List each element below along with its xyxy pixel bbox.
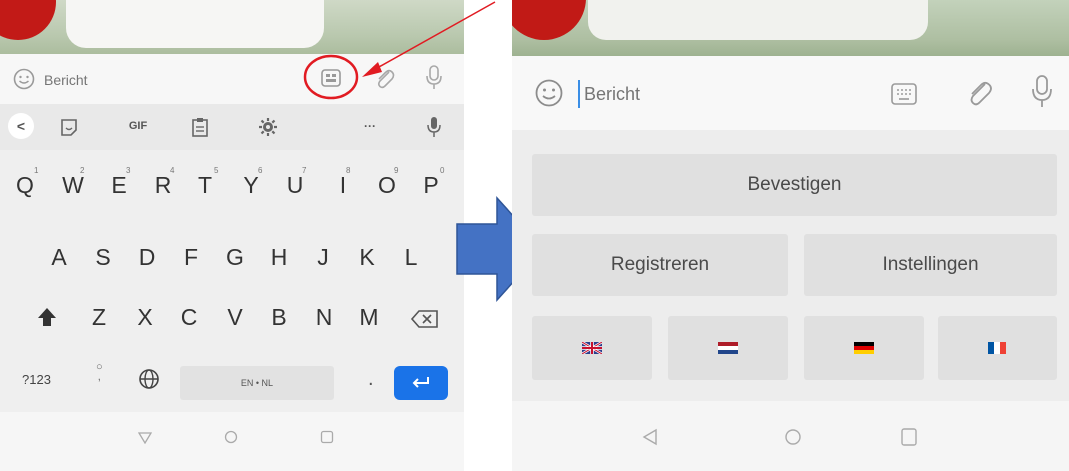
- key-z[interactable]: Z: [86, 304, 112, 331]
- key-h[interactable]: H: [266, 244, 292, 271]
- enter-key[interactable]: [394, 366, 448, 400]
- gif-button[interactable]: GIF: [120, 114, 156, 138]
- key-hint: 6: [258, 166, 263, 175]
- key-hint: 3: [126, 166, 131, 175]
- key-o[interactable]: O: [374, 172, 400, 199]
- key-hint: 8: [346, 166, 351, 175]
- nav-recents-icon[interactable]: [320, 430, 334, 444]
- enter-arrow-icon: [412, 377, 429, 388]
- key-s[interactable]: S: [90, 244, 116, 271]
- navigation-bar: [0, 412, 464, 471]
- fr-flag-icon: [988, 342, 1006, 354]
- key-d[interactable]: D: [134, 244, 160, 271]
- key-k[interactable]: K: [354, 244, 380, 271]
- comma-key-label: ,: [97, 371, 101, 383]
- keyboard-toolbar: < GIF ···: [0, 104, 464, 150]
- language-button-french[interactable]: [938, 316, 1057, 380]
- key-hint: 4: [170, 166, 175, 175]
- chat-bubble: [66, 0, 324, 48]
- key-j[interactable]: J: [310, 244, 336, 271]
- de-flag-icon: [854, 342, 874, 354]
- key-q[interactable]: Q: [12, 172, 38, 199]
- text-cursor: [578, 80, 580, 108]
- emoji-icon[interactable]: [12, 67, 36, 91]
- message-input[interactable]: [582, 78, 786, 110]
- key-hint: 2: [80, 166, 85, 175]
- clipboard-icon[interactable]: [190, 116, 210, 138]
- key-t[interactable]: T: [192, 172, 218, 199]
- language-button-dutch[interactable]: [668, 316, 788, 380]
- key-e[interactable]: E: [106, 172, 132, 199]
- sticker-icon[interactable]: [58, 117, 80, 137]
- bot-keyboard-panel: Bevestigen Registreren Instellingen: [512, 130, 1069, 401]
- key-u[interactable]: U: [282, 172, 308, 199]
- nl-flag-icon: [718, 342, 738, 354]
- symbols-key[interactable]: ?123: [22, 372, 51, 387]
- key-y[interactable]: Y: [238, 172, 264, 199]
- key-f[interactable]: F: [178, 244, 204, 271]
- navigation-bar: [512, 401, 1069, 471]
- chat-bubble: [588, 0, 928, 40]
- right-phone-screenshot: Bevestigen Registreren Instellingen: [512, 0, 1069, 471]
- nav-back-icon[interactable]: [642, 428, 658, 446]
- language-button-english[interactable]: [532, 316, 652, 380]
- key-hint: 9: [394, 166, 399, 175]
- settings-button[interactable]: Instellingen: [804, 234, 1057, 296]
- key-l[interactable]: L: [398, 244, 424, 271]
- key-m[interactable]: M: [354, 304, 384, 331]
- nav-home-icon[interactable]: [224, 430, 238, 444]
- toolbar-back-button[interactable]: <: [8, 113, 34, 139]
- annotation-arrow: [362, 1, 496, 77]
- keyboard-icon[interactable]: [890, 81, 918, 107]
- key-v[interactable]: V: [222, 304, 248, 331]
- microphone-icon[interactable]: [1030, 74, 1054, 110]
- voice-input-icon[interactable]: [426, 115, 442, 139]
- key-c[interactable]: C: [176, 304, 202, 331]
- confirm-button[interactable]: Bevestigen: [532, 154, 1057, 216]
- key-r[interactable]: R: [150, 172, 176, 199]
- settings-gear-icon[interactable]: [258, 117, 278, 137]
- uk-flag-icon: [582, 342, 602, 354]
- key-w[interactable]: W: [58, 172, 88, 199]
- key-i[interactable]: I: [334, 172, 352, 199]
- nav-recents-icon[interactable]: [900, 427, 918, 447]
- key-a[interactable]: A: [46, 244, 72, 271]
- key-hint: 1: [34, 166, 39, 175]
- key-x[interactable]: X: [132, 304, 158, 331]
- nav-down-triangle-icon[interactable]: [138, 432, 152, 444]
- key-hint: 5: [214, 166, 219, 175]
- key-n[interactable]: N: [310, 304, 338, 331]
- key-p[interactable]: P: [418, 172, 444, 199]
- key-hint: 0: [440, 166, 445, 175]
- language-button-german[interactable]: [804, 316, 924, 380]
- space-bar[interactable]: EN • NL: [180, 366, 334, 400]
- key-hint: 7: [302, 166, 307, 175]
- nav-home-icon[interactable]: [784, 428, 802, 446]
- shift-icon[interactable]: [36, 306, 58, 328]
- backspace-icon[interactable]: [410, 308, 440, 330]
- period-key[interactable]: .: [368, 368, 374, 391]
- register-button[interactable]: Registreren: [532, 234, 788, 296]
- more-options-button[interactable]: ···: [352, 114, 388, 138]
- emoji-icon[interactable]: [534, 78, 564, 108]
- key-g[interactable]: G: [222, 244, 248, 271]
- key-b[interactable]: B: [266, 304, 292, 331]
- punctuation-key[interactable]: ○ ,: [96, 362, 103, 383]
- globe-icon[interactable]: [138, 368, 160, 390]
- message-input-bar: [512, 56, 1069, 131]
- message-input[interactable]: [42, 67, 246, 93]
- attach-icon[interactable]: [964, 78, 994, 110]
